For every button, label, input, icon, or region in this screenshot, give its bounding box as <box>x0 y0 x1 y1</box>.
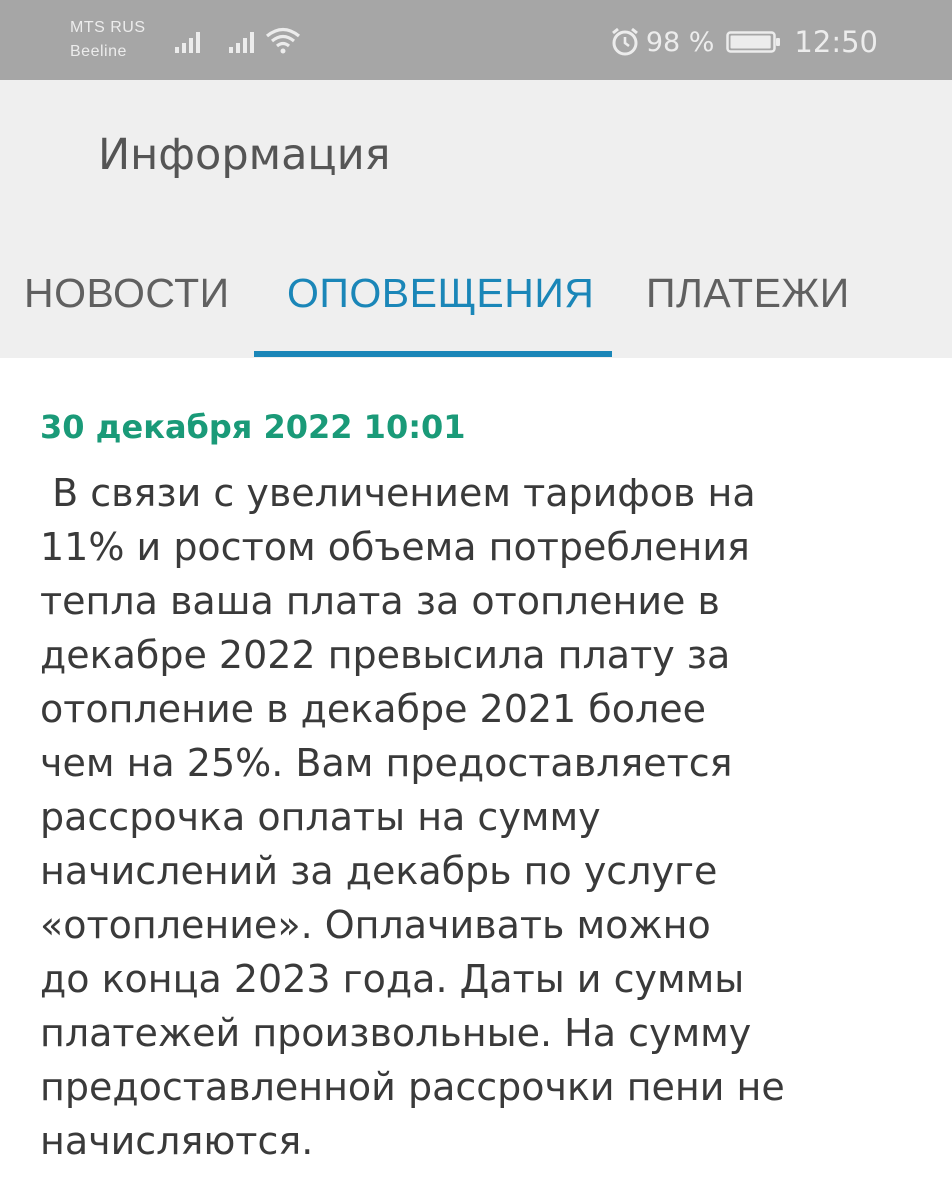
tab-payments[interactable]: ПЛАТЕЖИ <box>646 270 850 317</box>
alarm-icon <box>611 27 638 56</box>
status-right: 98 % 12:50 <box>610 22 878 62</box>
notification-date: 30 декабря 2022 10:01 <box>40 408 466 446</box>
notification-text-line: «отопление». Оплачивать можно <box>40 903 711 947</box>
notification-text-line: чем на 25%. Вам предоставляется <box>40 741 733 785</box>
notification-text-line: В связи с увеличением тарифов на <box>40 471 756 515</box>
clock: 12:50 <box>794 25 878 59</box>
page-title: Информация <box>98 130 391 180</box>
battery-fill <box>730 35 772 49</box>
tab-news[interactable]: НОВОСТИ <box>24 270 230 317</box>
notification-text-line: начислений за декабрь по услуге <box>40 849 718 893</box>
notification-text-line: начисляются. <box>40 1119 314 1163</box>
notification-text: В связи с увеличением тарифов на 11% и ро… <box>40 466 785 1168</box>
tab-notifications[interactable]: ОПОВЕЩЕНИЯ <box>287 270 594 317</box>
carrier-1: MTS RUS <box>70 19 146 36</box>
notification-content[interactable]: 30 декабря 2022 10:01 В связи с увеличен… <box>0 358 952 1200</box>
notification-text-line: отопление в декабре 2021 более <box>40 687 707 731</box>
battery-icon <box>726 31 781 53</box>
notification-text-line: платежей произвольные. На сумму <box>40 1011 752 1055</box>
notification-text-line: декабре 2022 превысила плату за <box>40 633 731 677</box>
notification-text-line: рассрочка оплаты на сумму <box>40 795 601 839</box>
notification-text-line: 11% и ростом объема потребления <box>40 525 750 569</box>
signal-icon <box>229 32 254 53</box>
active-tab-indicator <box>254 351 612 357</box>
status-bar: MTS RUS Beeline 98 % 12:50 <box>0 0 952 80</box>
carrier-info: MTS RUS Beeline <box>70 16 146 64</box>
app-header: Информация НОВОСТИ ОПОВЕЩЕНИЯ ПЛАТЕЖИ <box>0 80 952 358</box>
notification-text-line: тепла ваша плата за отопление в <box>40 579 720 623</box>
screen: MTS RUS Beeline 98 % 12:50 Информация НО… <box>0 0 952 1200</box>
signal-icon <box>175 32 200 53</box>
notification-text-line: до конца 2023 года. Даты и суммы <box>40 957 745 1001</box>
notification-text-line: предоставленной рассрочки пени не <box>40 1065 785 1109</box>
battery-percent: 98 % <box>645 26 715 58</box>
wifi-icon <box>265 27 301 54</box>
carrier-2: Beeline <box>70 43 127 60</box>
